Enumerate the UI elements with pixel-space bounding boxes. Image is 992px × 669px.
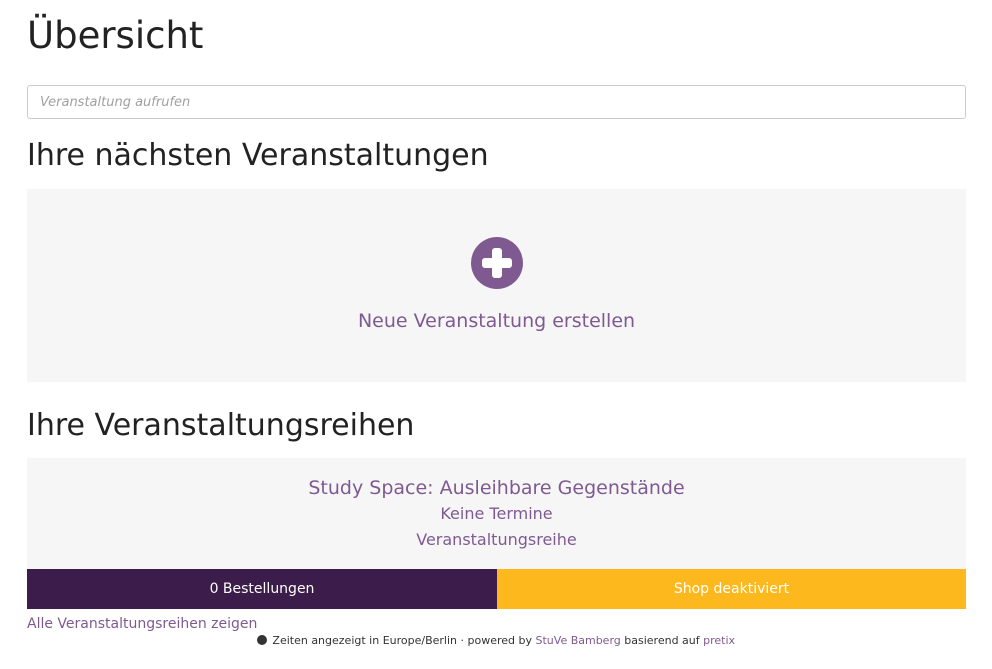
globe-icon — [256, 635, 267, 645]
series-info[interactable]: Study Space: Ausleihbare Gegenstände Kei… — [27, 458, 966, 569]
all-series-link[interactable]: Alle Veranstaltungsreihen zeigen — [27, 616, 257, 632]
footer-org-link[interactable]: StuVe Bamberg — [536, 634, 621, 647]
footer: Zeiten angezeigt in Europe/Berlin · powe… — [0, 634, 992, 647]
series-type: Veranstaltungsreihe — [416, 530, 577, 549]
create-event-label[interactable]: Neue Veranstaltung erstellen — [27, 310, 966, 332]
upcoming-events-heading: Ihre nächsten Veranstaltungen — [27, 138, 489, 173]
page-title: Übersicht — [27, 14, 204, 57]
orders-count[interactable]: 0 Bestellungen — [27, 569, 497, 609]
shop-status-badge[interactable]: Shop deaktiviert — [497, 569, 966, 609]
footer-pretix-link[interactable]: pretix — [703, 634, 735, 647]
series-name[interactable]: Study Space: Ausleihbare Gegenstände — [27, 475, 966, 501]
create-event-button[interactable]: Neue Veranstaltung erstellen — [27, 189, 966, 382]
series-dates: Keine Termine — [440, 504, 553, 523]
dashboard-page: Übersicht Ihre nächsten Veranstaltungen … — [27, 0, 966, 632]
footer-middle: basierend auf — [624, 634, 700, 647]
plus-circle-icon[interactable] — [471, 237, 523, 289]
event-series-heading: Ihre Veranstaltungsreihen — [27, 408, 415, 443]
footer-prefix: Zeiten angezeigt in Europe/Berlin · powe… — [272, 634, 532, 647]
event-search-input[interactable] — [27, 85, 966, 119]
series-card[interactable]: Study Space: Ausleihbare Gegenstände Kei… — [27, 458, 966, 609]
series-status-bar: 0 Bestellungen Shop deaktiviert — [27, 569, 966, 609]
